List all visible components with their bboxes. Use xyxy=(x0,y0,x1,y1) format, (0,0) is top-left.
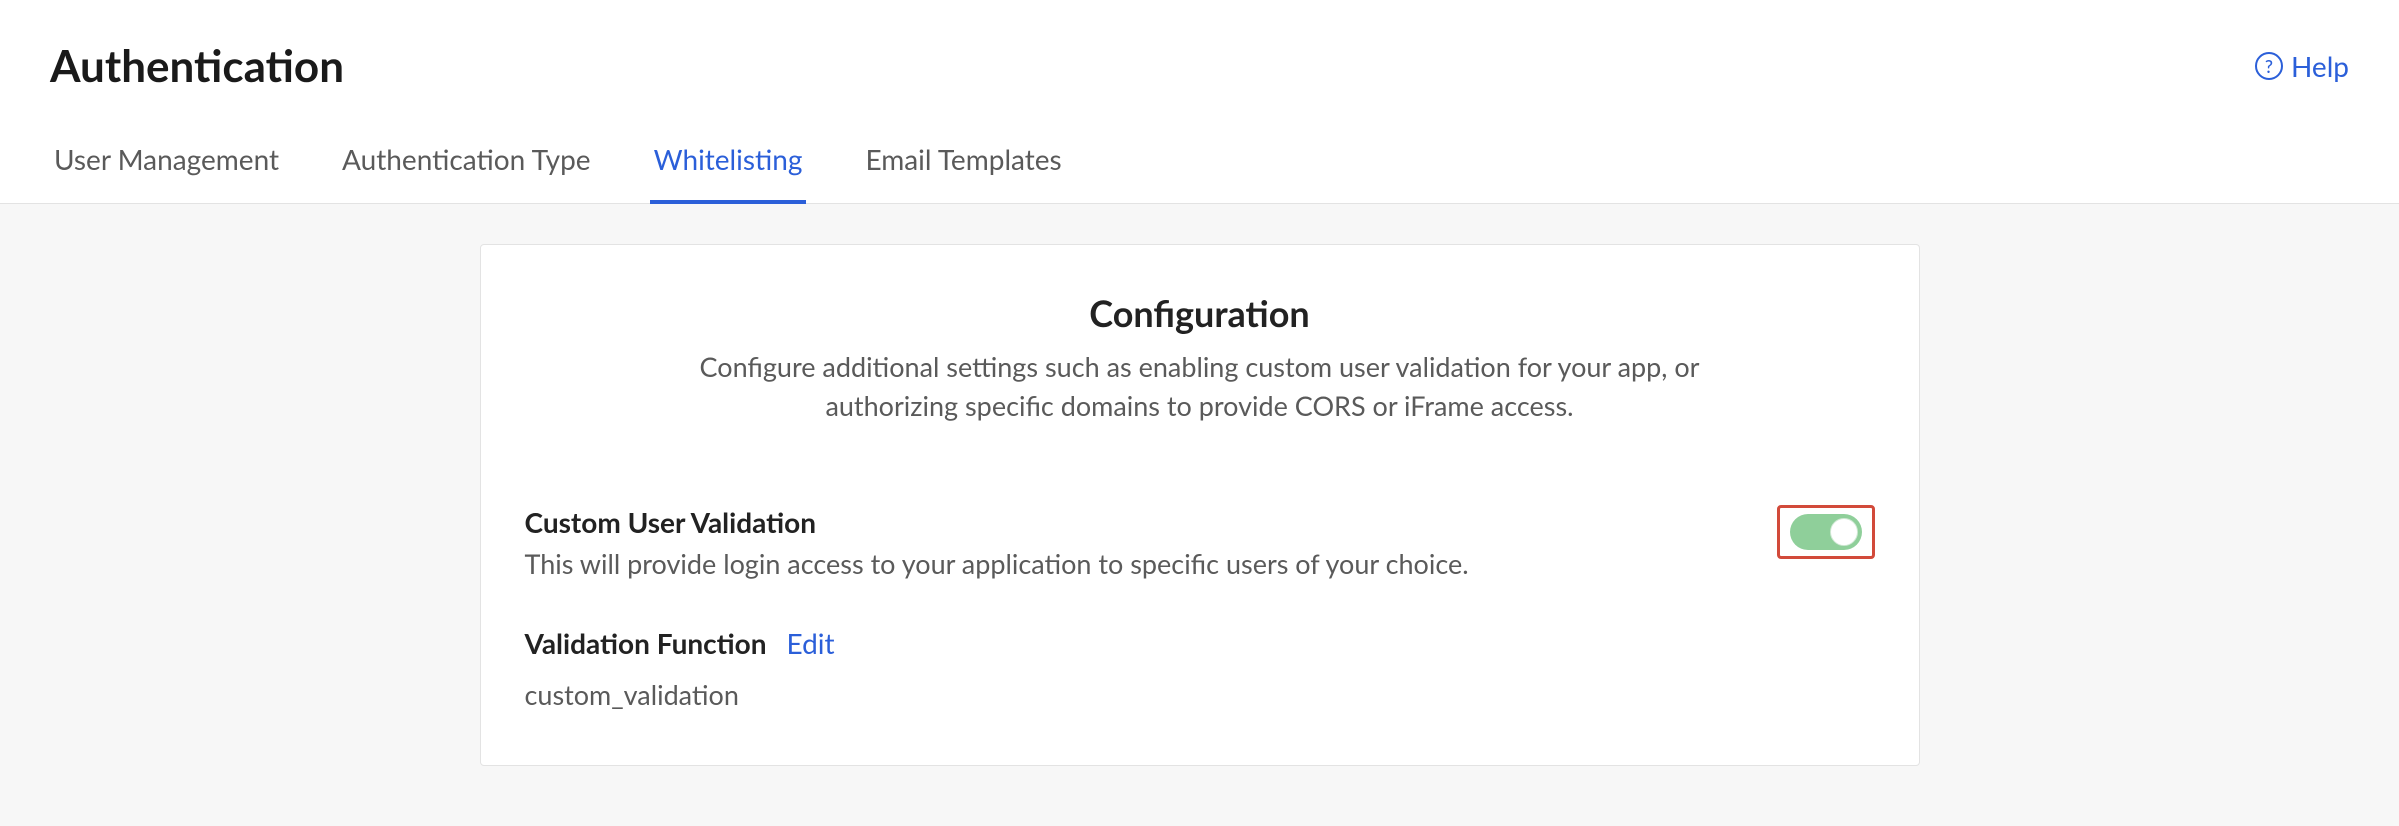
help-icon: ? xyxy=(2255,52,2283,80)
page-title: Authentication xyxy=(50,40,344,92)
toggle-knob-icon xyxy=(1830,518,1858,546)
validation-function-header: Validation Function Edit xyxy=(525,626,1875,660)
tabs-bar: User Management Authentication Type Whit… xyxy=(0,122,2399,204)
tab-authentication-type[interactable]: Authentication Type xyxy=(338,122,595,204)
validation-function-label: Validation Function xyxy=(525,626,767,660)
help-link[interactable]: ? Help xyxy=(2255,49,2349,83)
custom-user-validation-toggle[interactable] xyxy=(1790,514,1862,550)
content-area: Configuration Configure additional setti… xyxy=(0,204,2399,826)
page-header: Authentication ? Help xyxy=(0,0,2399,122)
tab-user-management[interactable]: User Management xyxy=(50,122,283,204)
validation-function-edit-link[interactable]: Edit xyxy=(787,626,835,660)
custom-user-validation-label: Custom User Validation xyxy=(525,505,1469,539)
toggle-highlight-box xyxy=(1777,505,1875,559)
custom-user-validation-text: Custom User Validation This will provide… xyxy=(525,505,1469,580)
configuration-title: Configuration xyxy=(525,291,1875,335)
configuration-subtitle: Configure additional settings such as en… xyxy=(640,347,1760,425)
custom-user-validation-description: This will provide login access to your a… xyxy=(525,547,1469,580)
configuration-card: Configuration Configure additional setti… xyxy=(480,244,1920,766)
tab-email-templates[interactable]: Email Templates xyxy=(861,122,1065,204)
tab-whitelisting[interactable]: Whitelisting xyxy=(650,122,807,204)
help-label: Help xyxy=(2291,49,2349,83)
validation-function-value: custom_validation xyxy=(525,678,1875,711)
validation-function-row: Validation Function Edit custom_validati… xyxy=(525,626,1875,711)
custom-user-validation-row: Custom User Validation This will provide… xyxy=(525,505,1875,580)
